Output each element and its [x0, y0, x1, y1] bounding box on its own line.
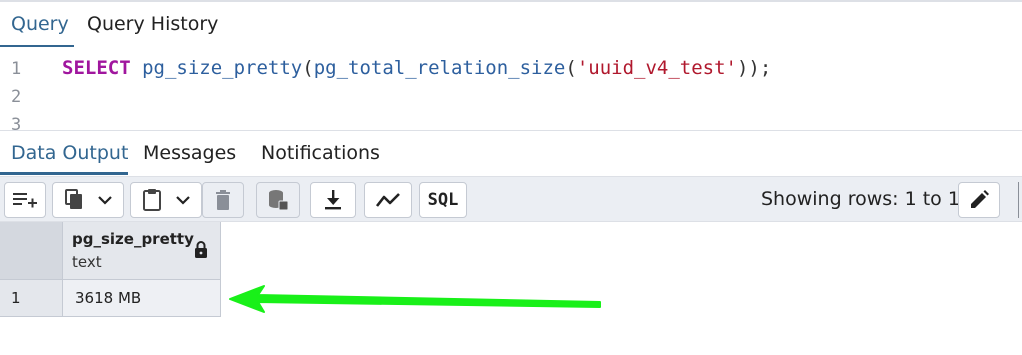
download-button[interactable]	[310, 182, 356, 218]
pencil-icon	[968, 189, 990, 211]
download-icon	[323, 189, 343, 211]
row-number[interactable]: 1	[0, 280, 63, 317]
delete-button[interactable]	[202, 182, 244, 218]
code-line[interactable]: SELECT pg_size_pretty(pg_total_relation_…	[62, 57, 771, 79]
row-number-header[interactable]	[0, 222, 63, 280]
add-row-button[interactable]	[4, 182, 46, 218]
sql-keyword: SELECT	[62, 57, 131, 79]
add-row-icon	[12, 190, 38, 210]
save-data-icon	[267, 188, 289, 212]
tab-query[interactable]: Query	[11, 12, 69, 36]
column-name: pg_size_pretty	[72, 230, 194, 248]
result-tab-bar: Data Output Messages Notifications	[0, 130, 1022, 176]
rows-status: Showing rows: 1 to 1	[761, 188, 960, 210]
sql-paren: (	[302, 57, 314, 79]
paste-icon	[142, 188, 162, 212]
active-tab-indicator	[0, 172, 128, 175]
save-data-button[interactable]	[256, 182, 300, 218]
edit-rows-button[interactable]	[958, 182, 1000, 218]
copy-icon	[64, 189, 84, 211]
sql-paren: (	[565, 57, 577, 79]
graph-button[interactable]	[364, 182, 412, 218]
column-header[interactable]: pg_size_pretty text	[63, 222, 221, 280]
copy-button-group[interactable]	[52, 182, 124, 218]
sql-editor[interactable]: 1 2 3 SELECT pg_size_pretty(pg_total_rel…	[0, 47, 1022, 130]
tab-notifications[interactable]: Notifications	[261, 141, 380, 165]
chevron-down-icon[interactable]	[176, 195, 190, 205]
sql-button[interactable]: SQL	[419, 182, 467, 218]
line-number: 2	[11, 87, 22, 107]
query-tab-bar: Query Query History	[0, 0, 1022, 49]
graph-icon	[375, 191, 401, 209]
column-type: text	[72, 253, 102, 271]
sql-close: ));	[736, 57, 772, 79]
line-number: 3	[11, 115, 22, 130]
line-number: 1	[11, 59, 22, 79]
divider	[1018, 182, 1019, 218]
data-toolbar: SQL Showing rows: 1 to 1	[0, 176, 1022, 222]
sql-function: pg_total_relation_size	[313, 57, 566, 79]
sql-icon: SQL	[427, 190, 459, 210]
table-cell[interactable]: 3618 MB	[63, 280, 221, 317]
delete-icon	[214, 189, 232, 211]
tab-messages[interactable]: Messages	[143, 141, 236, 165]
tab-query-history[interactable]: Query History	[87, 12, 218, 36]
sql-string: 'uuid_v4_test'	[576, 57, 737, 79]
paste-button-group[interactable]	[130, 182, 202, 218]
arrow-left-icon	[228, 282, 603, 322]
lock-icon	[194, 241, 208, 262]
sql-function: pg_size_pretty	[142, 57, 303, 79]
tab-data-output[interactable]: Data Output	[11, 141, 128, 165]
chevron-down-icon[interactable]	[98, 195, 112, 205]
